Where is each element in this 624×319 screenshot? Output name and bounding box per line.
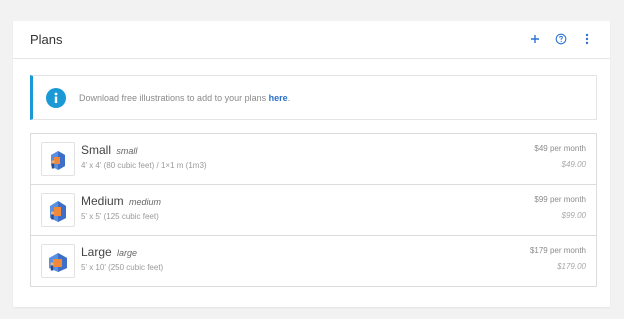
plan-illustration bbox=[41, 193, 75, 227]
plans-panel: Plans Download free illustrations to add… bbox=[13, 21, 610, 307]
plan-size: 5' x 10' (250 cubic feet) bbox=[81, 263, 164, 272]
plan-name-row: Large large bbox=[81, 245, 137, 259]
more-options-button[interactable] bbox=[580, 32, 594, 46]
help-icon bbox=[555, 33, 567, 45]
plan-illustration bbox=[41, 142, 75, 176]
info-trailing: . bbox=[287, 92, 291, 103]
panel-header: Plans bbox=[13, 21, 610, 59]
more-vertical-icon bbox=[585, 33, 589, 45]
plan-slug: medium bbox=[129, 197, 162, 207]
plan-size: 5' x 5' (125 cubic feet) bbox=[81, 212, 159, 221]
plan-name-row: Medium medium bbox=[81, 194, 161, 208]
info-message: Download free illustrations to add to yo… bbox=[79, 92, 269, 103]
plan-slug: small bbox=[116, 146, 138, 156]
plan-name-row: Small small bbox=[81, 143, 137, 157]
plan-size: 4' x 4' (80 cubic feet) / 1×1 m (1m3) bbox=[81, 161, 207, 170]
plan-total: $49.00 bbox=[561, 160, 586, 169]
plan-total: $99.00 bbox=[561, 211, 586, 220]
plan-name: Small bbox=[81, 143, 112, 157]
panel-title: Plans bbox=[30, 32, 63, 47]
plan-item-small[interactable]: Small small 4' x 4' (80 cubic feet) / 1×… bbox=[31, 134, 596, 185]
plan-price: $49 per month bbox=[534, 144, 586, 153]
add-plan-button[interactable] bbox=[528, 32, 542, 46]
plan-name: Large bbox=[81, 245, 112, 259]
plan-slug: large bbox=[117, 248, 138, 258]
help-button[interactable] bbox=[554, 32, 568, 46]
plan-price: $179 per month bbox=[529, 246, 586, 255]
plan-item-medium[interactable]: Medium medium 5' x 5' (125 cubic feet) $… bbox=[31, 185, 596, 236]
plans-list: Small small 4' x 4' (80 cubic feet) / 1×… bbox=[30, 133, 597, 287]
info-link[interactable]: here bbox=[269, 93, 288, 103]
plan-price: $99 per month bbox=[534, 195, 586, 204]
plus-icon bbox=[531, 35, 539, 43]
header-actions bbox=[528, 32, 594, 46]
plan-name: Medium bbox=[81, 194, 124, 208]
info-icon bbox=[46, 87, 66, 108]
plan-total: $179.00 bbox=[557, 262, 586, 271]
info-banner: Download free illustrations to add to yo… bbox=[30, 75, 597, 120]
plan-item-large[interactable]: Large large 5' x 10' (250 cubic feet) $1… bbox=[31, 236, 596, 286]
info-text: Download free illustrations to add to yo… bbox=[79, 93, 290, 103]
plan-illustration bbox=[41, 244, 75, 278]
